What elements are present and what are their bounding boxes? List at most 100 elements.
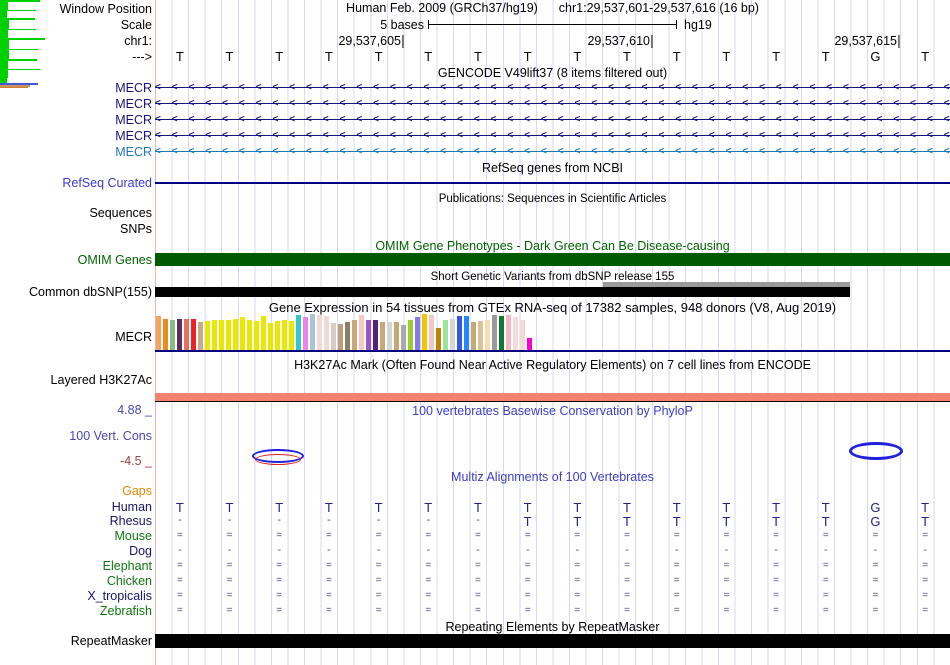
gencode-transcript-2[interactable]: < < < < < < < < < < < < < < < < < < < < < < < < < < < < < < < < < < < < < < < <…: [155, 98, 950, 110]
left-label-phylop-max[interactable]: 4.88 _: [0, 403, 152, 417]
gencode-transcript-5[interactable]: < < < < < < < < < < < < < < < < < < < < < < < < < < < < < < < < < < < < < < < <…: [155, 146, 950, 158]
left-label-common-dbsnp[interactable]: Common dbSNP(155): [0, 285, 152, 299]
gtex-tissue-bar[interactable]: [492, 315, 497, 350]
left-label-mecr-5[interactable]: MECR: [0, 145, 152, 159]
gtex-tissue-bar[interactable]: [254, 321, 259, 350]
alignment-row-dog[interactable]: ----------------: [155, 544, 950, 559]
gtex-tissue-bar[interactable]: [310, 314, 315, 350]
gtex-tissue-bar[interactable]: [240, 317, 245, 350]
gtex-tissue-bar[interactable]: [261, 316, 266, 350]
gtex-tissue-bar[interactable]: [303, 317, 308, 350]
left-label-rhesus[interactable]: Rhesus: [0, 514, 152, 528]
gtex-tissue-bar[interactable]: [268, 323, 273, 350]
gencode-transcript-3[interactable]: < < < < < < < < < < < < < < < < < < < < < < < < < < < < < < < < < < < < < < < <…: [155, 114, 950, 126]
gtex-tissue-bar[interactable]: [366, 320, 371, 350]
left-label-vert-cons[interactable]: 100 Vert. Cons: [0, 429, 152, 443]
gtex-tissue-bar[interactable]: [401, 325, 406, 350]
gtex-tissue-bar[interactable]: [198, 322, 203, 350]
left-label-zebrafish[interactable]: Zebrafish: [0, 604, 152, 618]
left-label-gaps[interactable]: Gaps: [0, 484, 152, 498]
left-label-chicken[interactable]: Chicken: [0, 574, 152, 588]
alignment-row-zebrafish[interactable]: = = = = = = = = = = = = = = = =: [155, 604, 950, 619]
left-label-mouse[interactable]: Mouse: [0, 529, 152, 543]
gtex-tissue-bar[interactable]: [443, 320, 448, 350]
gtex-tissue-bar[interactable]: [359, 315, 364, 350]
gtex-tissue-bar[interactable]: [219, 320, 224, 350]
gtex-tissue-bar[interactable]: [415, 317, 420, 350]
gtex-tissue-bar[interactable]: [457, 316, 462, 350]
left-label-elephant[interactable]: Elephant: [0, 559, 152, 573]
gtex-tissue-bar[interactable]: [499, 316, 504, 350]
alignment-row-elephant[interactable]: = = = = = = = = = = = = = = = =: [155, 559, 950, 574]
gtex-tissue-bar[interactable]: [233, 319, 238, 350]
gtex-expression-barchart[interactable]: [155, 314, 950, 350]
left-label-refseq-curated[interactable]: RefSeq Curated: [0, 176, 152, 190]
gtex-tissue-bar[interactable]: [345, 322, 350, 350]
gtex-tissue-bar[interactable]: [485, 320, 490, 350]
alignment-row-mouse[interactable]: = = = = = = = = = = = = = = = =: [155, 529, 950, 544]
gtex-tissue-bar[interactable]: [471, 322, 476, 350]
left-label-mecr-3[interactable]: MECR: [0, 113, 152, 127]
gtex-tissue-bar[interactable]: [205, 321, 210, 350]
omim-gene-bar[interactable]: [155, 253, 950, 266]
alignment-row-human[interactable]: TTTTTTTTTTTTTTGT: [155, 500, 950, 515]
gtex-tissue-bar[interactable]: [338, 324, 343, 350]
gtex-tissue-bar[interactable]: [331, 323, 336, 350]
alignment-row-chicken[interactable]: = = = = = = = = = = = = = = = =: [155, 574, 950, 589]
left-label-x-tropicalis[interactable]: X_tropicalis: [0, 589, 152, 603]
left-label-human[interactable]: Human: [0, 500, 152, 514]
gtex-tissue-bar[interactable]: [422, 314, 427, 350]
gtex-tissue-bar[interactable]: [429, 315, 434, 350]
left-label-strand[interactable]: --->: [0, 50, 152, 64]
left-label-mecr-2[interactable]: MECR: [0, 97, 152, 111]
gtex-tissue-bar[interactable]: [478, 321, 483, 350]
gtex-tissue-bar[interactable]: [527, 338, 532, 350]
gtex-tissue-bar[interactable]: [163, 319, 168, 350]
left-label-chr1[interactable]: chr1:: [0, 34, 152, 48]
gtex-tissue-bar[interactable]: [275, 321, 280, 350]
gtex-tissue-bar[interactable]: [170, 320, 175, 350]
gtex-tissue-bar[interactable]: [177, 319, 182, 350]
left-label-dog[interactable]: Dog: [0, 544, 152, 558]
gtex-tissue-bar[interactable]: [296, 315, 301, 350]
gtex-tissue-bar[interactable]: [191, 319, 196, 350]
alignment-row-x-tropicalis[interactable]: = = = = = = = = = = = = = = = =: [155, 589, 950, 604]
gtex-tissue-bar[interactable]: [226, 320, 231, 350]
gtex-tissue-bar[interactable]: [380, 322, 385, 350]
gtex-tissue-bar[interactable]: [394, 322, 399, 350]
gtex-tissue-bar[interactable]: [184, 319, 189, 350]
left-label-omim-genes[interactable]: OMIM Genes: [0, 253, 152, 267]
left-label-layered-h3k27ac[interactable]: Layered H3K27Ac: [0, 373, 152, 387]
refseq-curated-gene-bar[interactable]: [155, 182, 950, 184]
gtex-tissue-bar[interactable]: [352, 320, 357, 350]
gtex-tissue-bar[interactable]: [156, 316, 161, 350]
gtex-tissue-bar[interactable]: [373, 320, 378, 350]
gtex-tissue-bar[interactable]: [464, 316, 469, 350]
gtex-tissue-bar[interactable]: [408, 320, 413, 350]
gtex-tissue-bar[interactable]: [387, 322, 392, 350]
gtex-tissue-bar[interactable]: [212, 320, 217, 350]
left-label-mecr-4[interactable]: MECR: [0, 129, 152, 143]
left-label-mecr-1[interactable]: MECR: [0, 81, 152, 95]
left-label-window-position[interactable]: Window Position: [0, 2, 152, 16]
gtex-tissue-bar[interactable]: [282, 320, 287, 350]
gtex-tissue-bar[interactable]: [450, 319, 455, 350]
dbsnp-variant-bar-black[interactable]: [155, 287, 850, 297]
gtex-tissue-bar[interactable]: [436, 328, 441, 350]
gtex-tissue-bar[interactable]: [506, 315, 511, 350]
gtex-tissue-bar[interactable]: [513, 317, 518, 350]
repeatmasker-element-bar[interactable]: [155, 634, 950, 648]
alignment-row-rhesus[interactable]: -------TTTTTTTGT: [155, 514, 950, 529]
gtex-tissue-bar[interactable]: [317, 315, 322, 350]
left-label-scale[interactable]: Scale: [0, 18, 152, 32]
left-label-repeatmasker[interactable]: RepeatMasker: [0, 634, 152, 648]
gencode-transcript-1[interactable]: < < < < < < < < < < < < < < < < < < < < < < < < < < < < < < < < < < < < < < < <…: [155, 82, 950, 94]
left-label-mecr-gtex[interactable]: MECR: [0, 330, 152, 344]
left-label-snps[interactable]: SNPs: [0, 222, 152, 236]
h3k27ac-signal-bar[interactable]: [155, 393, 950, 401]
gtex-tissue-bar[interactable]: [289, 321, 294, 350]
gtex-tissue-bar[interactable]: [247, 320, 252, 350]
gtex-tissue-bar[interactable]: [520, 320, 525, 350]
left-label-phylop-min[interactable]: -4.5 _: [0, 454, 152, 468]
gencode-transcript-4[interactable]: < < < < < < < < < < < < < < < < < < < < < < < < < < < < < < < < < < < < < < < <…: [155, 130, 950, 142]
